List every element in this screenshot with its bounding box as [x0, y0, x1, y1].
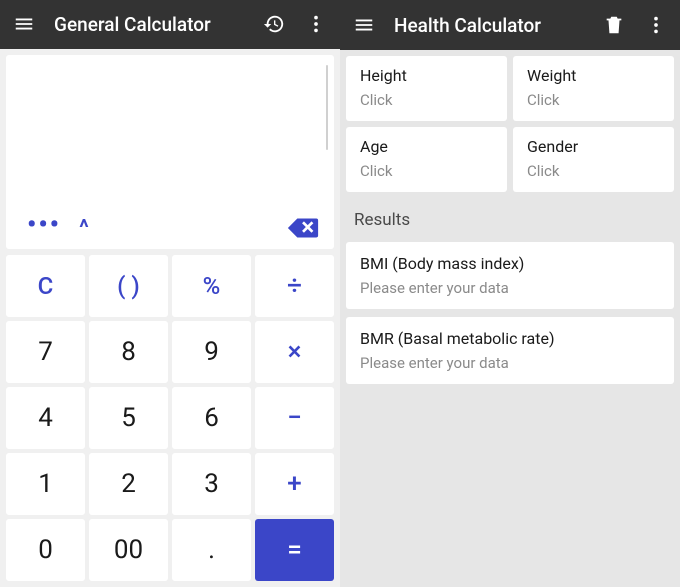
key-9[interactable]: 9: [172, 321, 251, 383]
hamburger-icon[interactable]: [352, 13, 376, 37]
history-icon[interactable]: [262, 12, 286, 36]
trash-icon[interactable]: [602, 13, 626, 37]
key-8[interactable]: 8: [89, 321, 168, 383]
general-appbar: General Calculator: [0, 0, 340, 49]
clear-button[interactable]: C: [6, 255, 85, 317]
equals-button[interactable]: =: [255, 519, 334, 581]
bmr-card[interactable]: BMR (Basal metabolic rate) Please enter …: [346, 317, 674, 384]
key-0[interactable]: 0: [6, 519, 85, 581]
percent-button[interactable]: %: [172, 255, 251, 317]
bmr-label: BMR (Basal metabolic rate): [360, 329, 660, 348]
more-functions-button[interactable]: •••: [24, 220, 64, 236]
key-3[interactable]: 3: [172, 453, 251, 515]
bmr-hint: Please enter your data: [360, 354, 660, 372]
power-button[interactable]: ^: [64, 216, 104, 241]
key-1[interactable]: 1: [6, 453, 85, 515]
weight-value: Click: [527, 91, 660, 109]
more-icon[interactable]: [644, 13, 668, 37]
age-card[interactable]: Age Click: [346, 127, 507, 192]
minus-button[interactable]: −: [255, 387, 334, 449]
backspace-icon[interactable]: [286, 215, 320, 241]
key-6[interactable]: 6: [172, 387, 251, 449]
health-appbar: Health Calculator: [340, 0, 680, 50]
gender-card[interactable]: Gender Click: [513, 127, 674, 192]
height-label: Height: [360, 66, 493, 85]
plus-button[interactable]: +: [255, 453, 334, 515]
divide-button[interactable]: ÷: [255, 255, 334, 317]
health-input-grid: Height Click Weight Click Age Click Gend…: [340, 50, 680, 198]
weight-card[interactable]: Weight Click: [513, 56, 674, 121]
multiply-button[interactable]: ×: [255, 321, 334, 383]
key-00[interactable]: 00: [89, 519, 168, 581]
bmi-hint: Please enter your data: [360, 279, 660, 297]
gender-value: Click: [527, 162, 660, 180]
height-card[interactable]: Height Click: [346, 56, 507, 121]
key-4[interactable]: 4: [6, 387, 85, 449]
weight-label: Weight: [527, 66, 660, 85]
key-dot[interactable]: .: [172, 519, 251, 581]
general-title: General Calculator: [54, 13, 244, 36]
bmi-card[interactable]: BMI (Body mass index) Please enter your …: [346, 242, 674, 309]
key-2[interactable]: 2: [89, 453, 168, 515]
health-calculator-panel: Health Calculator Height Click Weight Cl…: [340, 0, 680, 587]
age-value: Click: [360, 162, 493, 180]
key-7[interactable]: 7: [6, 321, 85, 383]
general-calculator-panel: General Calculator ••• ^ C ( ) % ÷ 7 8 9…: [0, 0, 340, 587]
scroll-indicator: [326, 65, 328, 150]
height-value: Click: [360, 91, 493, 109]
results-title: Results: [340, 198, 680, 242]
keypad: C ( ) % ÷ 7 8 9 × 4 5 6 − 1 2 3 + 0 00 .…: [0, 255, 340, 587]
hamburger-icon[interactable]: [12, 12, 36, 36]
gender-label: Gender: [527, 137, 660, 156]
bmi-label: BMI (Body mass index): [360, 254, 660, 273]
display-toolbar: ••• ^: [6, 215, 334, 249]
age-label: Age: [360, 137, 493, 156]
key-5[interactable]: 5: [89, 387, 168, 449]
health-title: Health Calculator: [394, 14, 584, 37]
more-icon[interactable]: [304, 12, 328, 36]
calculator-display: ••• ^: [6, 55, 334, 249]
paren-button[interactable]: ( ): [89, 255, 168, 317]
